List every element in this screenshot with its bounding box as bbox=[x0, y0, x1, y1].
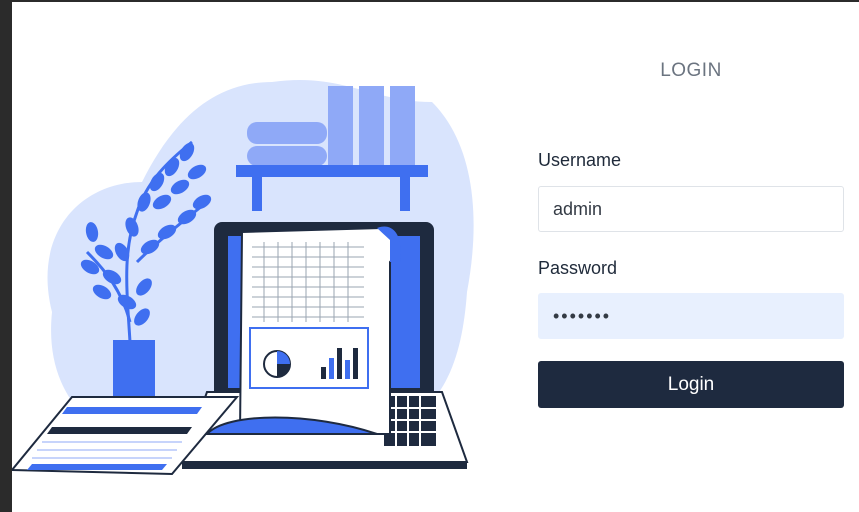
password-label: Password bbox=[538, 258, 618, 278]
app-window: LOGIN Username Password Login bbox=[12, 2, 859, 512]
username-label: Username bbox=[538, 150, 622, 170]
office-desk-illustration bbox=[12, 79, 474, 476]
login-panel: LOGIN Username Password Login bbox=[538, 2, 844, 512]
password-input[interactable] bbox=[538, 293, 844, 339]
login-title: LOGIN bbox=[660, 60, 722, 81]
username-input[interactable] bbox=[538, 186, 844, 232]
login-button[interactable]: Login bbox=[538, 361, 844, 408]
